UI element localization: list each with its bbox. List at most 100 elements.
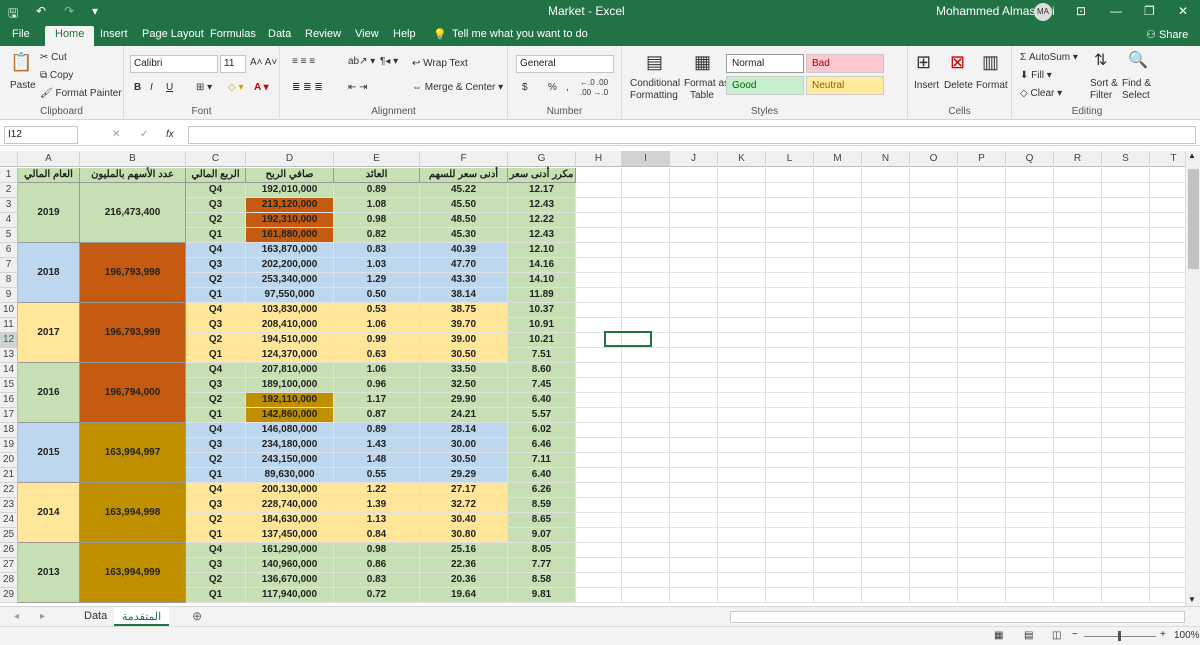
empty-cell[interactable] — [814, 558, 862, 573]
empty-cell[interactable] — [1102, 423, 1150, 438]
quarter-cell[interactable]: Q1 — [186, 228, 246, 243]
empty-cell[interactable] — [814, 573, 862, 588]
return-cell[interactable]: 1.17 — [334, 393, 420, 408]
empty-cell[interactable] — [576, 198, 622, 213]
empty-cell[interactable] — [1150, 273, 1185, 288]
close-icon[interactable]: ✕ — [1178, 4, 1188, 18]
return-cell[interactable]: 0.87 — [334, 408, 420, 423]
empty-cell[interactable] — [862, 348, 910, 363]
profit-cell[interactable]: 253,340,000 — [246, 273, 334, 288]
empty-cell[interactable] — [862, 333, 910, 348]
return-cell[interactable]: 1.48 — [334, 453, 420, 468]
empty-cell[interactable] — [718, 483, 766, 498]
empty-cell[interactable] — [958, 303, 1006, 318]
empty-cell[interactable] — [718, 378, 766, 393]
quarter-cell[interactable]: Q3 — [186, 318, 246, 333]
empty-cell[interactable] — [910, 168, 958, 183]
pe-cell[interactable]: 10.37 — [508, 303, 576, 318]
pe-cell[interactable]: 12.22 — [508, 213, 576, 228]
tab-formulas[interactable]: Formulas — [210, 28, 256, 40]
empty-cell[interactable] — [958, 378, 1006, 393]
customize-qat-icon[interactable]: ▾ — [92, 4, 98, 18]
empty-cell[interactable] — [910, 588, 958, 603]
row-header[interactable]: 7 — [0, 258, 18, 273]
row-header[interactable]: 8 — [0, 273, 18, 288]
return-cell[interactable]: 0.98 — [334, 213, 420, 228]
empty-cell[interactable] — [1006, 243, 1054, 258]
empty-cell[interactable] — [1102, 453, 1150, 468]
empty-cell[interactable] — [766, 243, 814, 258]
empty-cell[interactable] — [1102, 318, 1150, 333]
low-price-cell[interactable]: 32.72 — [420, 498, 508, 513]
pe-cell[interactable]: 8.05 — [508, 543, 576, 558]
profit-cell[interactable]: 202,200,000 — [246, 258, 334, 273]
restore-icon[interactable]: ❐ — [1144, 4, 1155, 18]
empty-cell[interactable] — [958, 363, 1006, 378]
low-price-cell[interactable]: 43.30 — [420, 273, 508, 288]
quarter-cell[interactable]: Q2 — [186, 333, 246, 348]
column-header[interactable]: C — [186, 151, 246, 167]
empty-cell[interactable] — [1102, 333, 1150, 348]
profit-cell[interactable]: 234,180,000 — [246, 438, 334, 453]
empty-cell[interactable] — [910, 258, 958, 273]
low-price-cell[interactable]: 30.80 — [420, 528, 508, 543]
ribbon-display-icon[interactable]: ⊡ — [1076, 4, 1086, 18]
empty-cell[interactable] — [1006, 528, 1054, 543]
row-header[interactable]: 5 — [0, 228, 18, 243]
low-price-cell[interactable]: 29.29 — [420, 468, 508, 483]
pe-cell[interactable]: 5.57 — [508, 408, 576, 423]
empty-cell[interactable] — [1006, 183, 1054, 198]
cancel-icon[interactable]: ✕ — [112, 129, 120, 140]
low-price-cell[interactable]: 38.14 — [420, 288, 508, 303]
empty-cell[interactable] — [1054, 378, 1102, 393]
empty-cell[interactable] — [958, 198, 1006, 213]
empty-cell[interactable] — [1102, 408, 1150, 423]
currency-button[interactable]: $ — [522, 82, 528, 93]
empty-cell[interactable] — [1006, 483, 1054, 498]
pe-cell[interactable]: 6.02 — [508, 423, 576, 438]
empty-cell[interactable] — [814, 318, 862, 333]
empty-cell[interactable] — [1102, 588, 1150, 603]
empty-cell[interactable] — [1054, 558, 1102, 573]
empty-cell[interactable] — [576, 363, 622, 378]
tab-file[interactable]: File — [12, 28, 30, 40]
low-price-cell[interactable]: 48.50 — [420, 213, 508, 228]
rtl-icon[interactable]: ¶◂ ▾ — [380, 56, 398, 67]
empty-cell[interactable] — [1150, 468, 1185, 483]
empty-cell[interactable] — [670, 558, 718, 573]
delete-cells-icon[interactable]: ⊠ — [950, 52, 965, 73]
enter-icon[interactable]: ✓ — [140, 129, 148, 140]
empty-cell[interactable] — [862, 438, 910, 453]
empty-cell[interactable] — [958, 213, 1006, 228]
empty-cell[interactable] — [670, 483, 718, 498]
empty-cell[interactable] — [958, 318, 1006, 333]
empty-cell[interactable] — [576, 468, 622, 483]
empty-cell[interactable] — [862, 588, 910, 603]
empty-cell[interactable] — [766, 303, 814, 318]
quarter-cell[interactable]: Q1 — [186, 528, 246, 543]
empty-cell[interactable] — [910, 558, 958, 573]
decrease-decimal-button[interactable]: .00 →.0 — [580, 88, 608, 97]
profit-cell[interactable]: 103,830,000 — [246, 303, 334, 318]
empty-cell[interactable] — [862, 258, 910, 273]
return-cell[interactable]: 1.03 — [334, 258, 420, 273]
empty-cell[interactable] — [814, 528, 862, 543]
empty-cell[interactable] — [1006, 573, 1054, 588]
share-button[interactable]: ⚇ Share — [1146, 28, 1188, 41]
empty-cell[interactable] — [718, 423, 766, 438]
row-header[interactable]: 16 — [0, 393, 18, 408]
empty-cell[interactable] — [766, 318, 814, 333]
empty-cell[interactable] — [1102, 468, 1150, 483]
empty-cell[interactable] — [910, 483, 958, 498]
empty-cell[interactable] — [1006, 543, 1054, 558]
copy-button[interactable]: ⧉ Copy — [40, 70, 73, 81]
empty-cell[interactable] — [766, 483, 814, 498]
empty-cell[interactable] — [766, 468, 814, 483]
profit-cell[interactable]: 140,960,000 — [246, 558, 334, 573]
low-price-cell[interactable]: 22.36 — [420, 558, 508, 573]
empty-cell[interactable] — [622, 513, 670, 528]
quarter-cell[interactable]: Q2 — [186, 393, 246, 408]
italic-button[interactable]: I — [150, 82, 153, 93]
empty-cell[interactable] — [814, 588, 862, 603]
empty-cell[interactable] — [718, 408, 766, 423]
